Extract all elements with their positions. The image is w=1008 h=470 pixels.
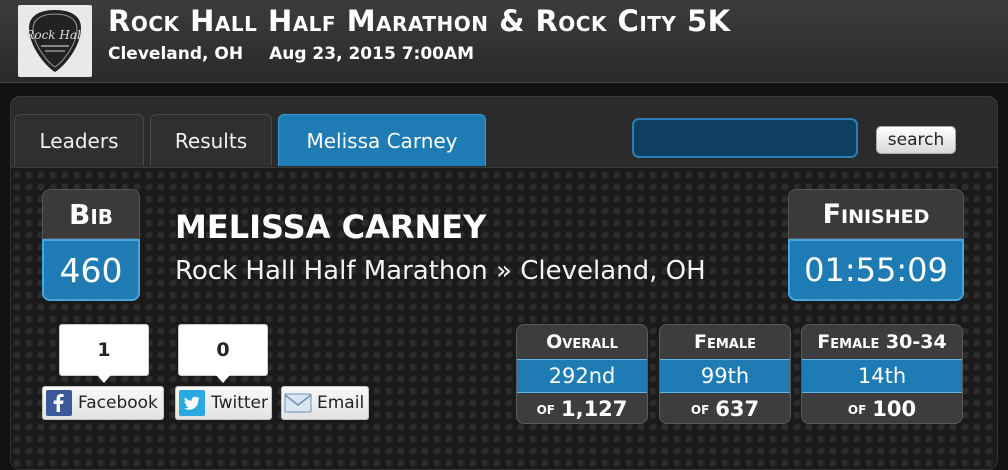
rank-total: of 1,127 xyxy=(536,397,628,421)
rank-label: Overall xyxy=(546,331,618,353)
runner-race-info: Rock Hall Half Marathon » Cleveland, OH xyxy=(175,256,706,286)
finished-label: Finished xyxy=(788,189,964,239)
search-button[interactable]: search xyxy=(876,126,956,154)
bib-number: 460 xyxy=(42,239,140,301)
twitter-icon xyxy=(178,389,206,417)
guitar-pick-logo-icon: Rock Hall xyxy=(27,10,83,72)
event-subtitle: Cleveland, OH Aug 23, 2015 7:00AM xyxy=(108,44,474,64)
rank-place: 292nd xyxy=(517,359,647,393)
rank-total: of 637 xyxy=(690,397,760,421)
overall-rank-box: Overall 292nd of 1,127 xyxy=(516,324,648,424)
envelope-icon xyxy=(284,389,312,417)
finish-time: 01:55:09 xyxy=(788,239,964,301)
email-share-button[interactable]: Email xyxy=(281,386,369,420)
facebook-icon xyxy=(45,389,73,417)
event-title: Rock Hall Half Marathon & Rock City 5K xyxy=(108,4,731,38)
rank-label: Female xyxy=(693,331,757,353)
email-label: Email xyxy=(317,393,365,413)
event-logo[interactable]: Rock Hall xyxy=(18,5,92,77)
facebook-label: Facebook xyxy=(78,393,158,413)
facebook-share-count: 1 xyxy=(59,324,149,383)
tab-runner[interactable]: Melissa Carney xyxy=(278,114,486,166)
search-input[interactable] xyxy=(632,118,858,158)
twitter-share-button[interactable]: Twitter xyxy=(175,386,272,420)
rank-total: of 100 xyxy=(847,397,917,421)
rank-label: Female 30-34 xyxy=(817,331,947,353)
event-location: Cleveland, OH xyxy=(108,44,244,64)
gender-rank-box: Female 99th of 637 xyxy=(659,324,791,424)
division-rank-box: Female 30-34 14th of 100 xyxy=(801,324,963,424)
rank-place: 99th xyxy=(660,359,790,393)
bib-label: Bib xyxy=(42,189,140,239)
page-header: Rock Hall Rock Hall Half Marathon & Rock… xyxy=(0,0,1008,83)
twitter-label: Twitter xyxy=(211,393,268,413)
tab-leaders[interactable]: Leaders xyxy=(14,114,144,166)
svg-text:Rock Hall: Rock Hall xyxy=(27,28,83,42)
tab-results[interactable]: Results xyxy=(150,114,272,166)
twitter-share-count: 0 xyxy=(178,324,268,383)
facebook-share-button[interactable]: Facebook xyxy=(42,386,164,420)
rank-place: 14th xyxy=(802,359,962,393)
runner-name: MELISSA CARNEY xyxy=(175,208,487,246)
event-datetime: Aug 23, 2015 7:00AM xyxy=(269,44,475,64)
